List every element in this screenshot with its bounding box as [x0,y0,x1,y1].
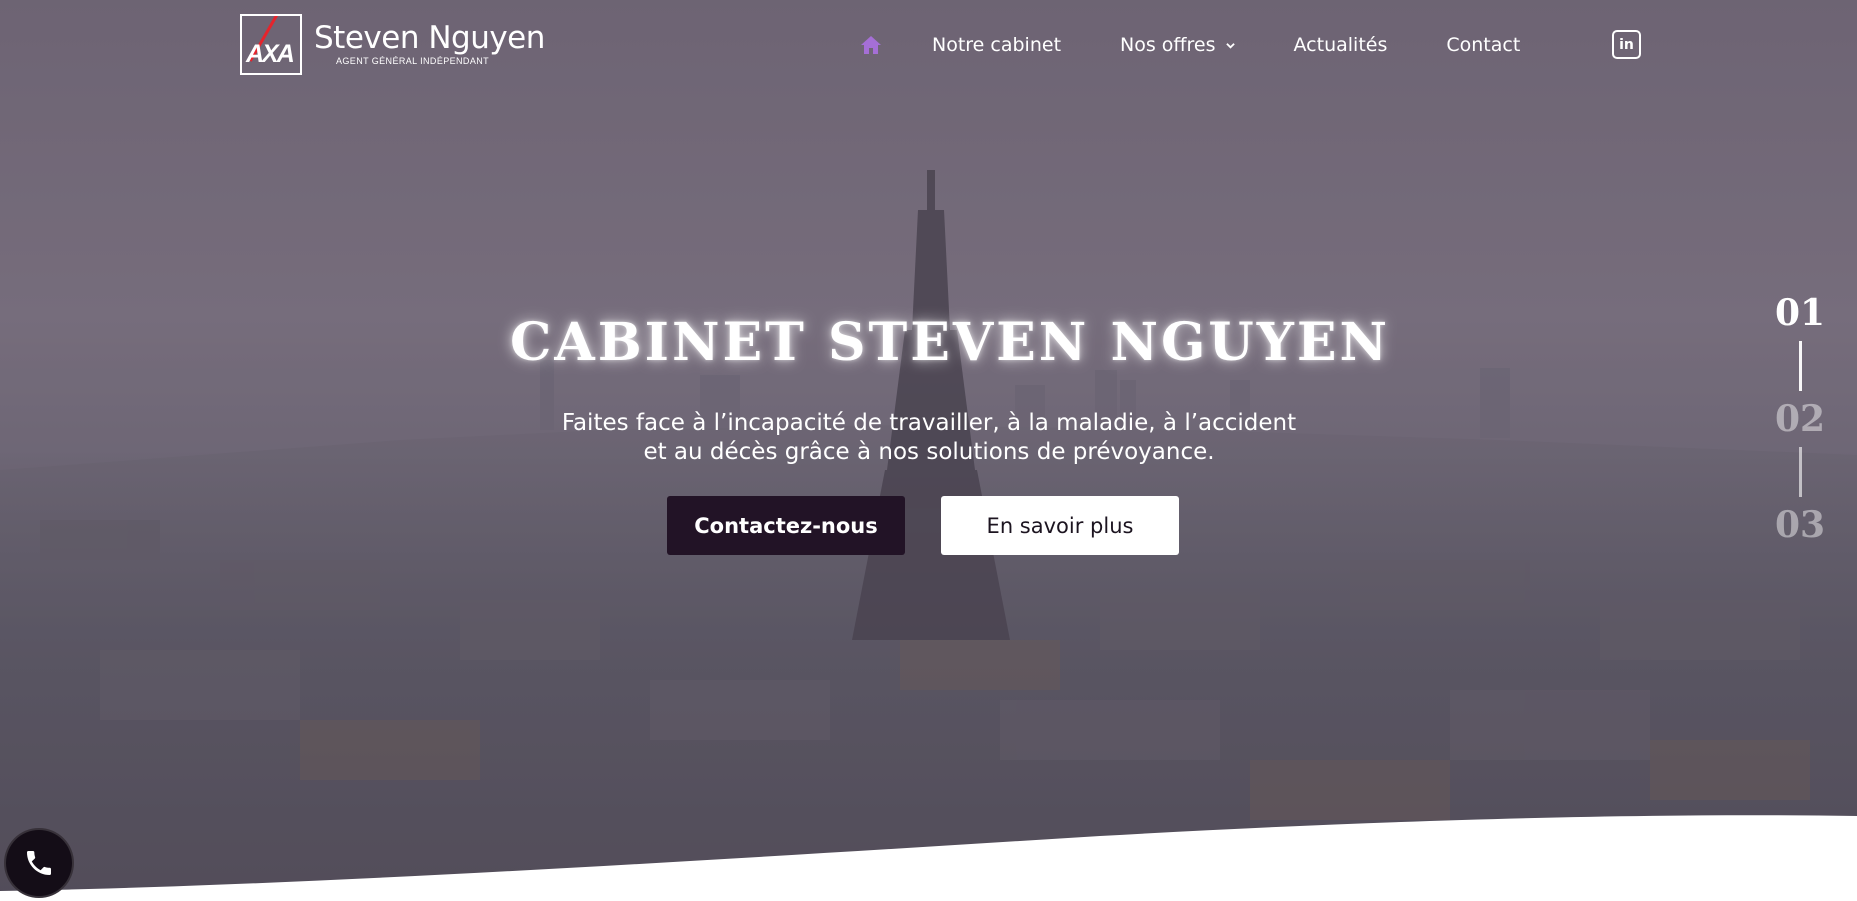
home-icon[interactable] [860,34,882,56]
learn-more-button[interactable]: En savoir plus [941,496,1179,555]
brand-tagline: AGENT GÉNÉRAL INDÉPENDANT [336,56,490,66]
slide-indicator-2[interactable]: 02 [1770,391,1830,447]
slide-indicator: 01 02 03 [1770,285,1830,553]
slide-indicator-1[interactable]: 01 [1770,285,1830,341]
chevron-down-icon [1225,42,1235,49]
wave-divider [0,815,1857,901]
nav-item-notre-cabinet[interactable]: Notre cabinet [932,34,1061,56]
linkedin-icon[interactable]: in [1612,30,1641,59]
hero-subtitle: Faites face à l’incapacité de travailler… [529,409,1329,467]
slide-divider [1798,447,1802,497]
linkedin-glyph: in [1619,36,1634,53]
site-header: AXA Steven Nguyen AGENT GÉNÉRAL INDÉPEND… [0,0,1857,90]
logo-text: Steven Nguyen AGENT GÉNÉRAL INDÉPENDANT [314,22,545,66]
nav-item-actualites[interactable]: Actualités [1294,34,1388,56]
nav-label: Notre cabinet [932,34,1062,56]
axa-logo-text: AXA [246,40,295,68]
axa-logo: AXA [240,14,302,75]
nav-label: Nos offres [1120,34,1216,56]
brand-name: Steven Nguyen [314,20,545,56]
slide-divider [1798,341,1802,391]
contact-button[interactable]: Contactez-nous [667,496,905,555]
phone-icon[interactable] [4,828,74,898]
nav-item-contact[interactable]: Contact [1446,34,1520,56]
site-logo[interactable]: AXA Steven Nguyen AGENT GÉNÉRAL INDÉPEND… [240,14,545,75]
nav-label: Contact [1446,34,1521,56]
hero-subtitle-line-1: Faites face à l’incapacité de travailler… [561,410,1297,436]
hero-subtitle-line-2: et au décès grâce à nos solutions de pré… [643,439,1215,465]
nav-item-nos-offres[interactable]: Nos offres [1120,34,1235,56]
nav-label: Actualités [1293,34,1388,56]
slide-indicator-3[interactable]: 03 [1770,497,1830,553]
main-nav: Notre cabinet Nos offres Actualités Cont… [860,30,1579,60]
hero-title: CABINET STEVEN NGUYEN [509,312,1391,373]
